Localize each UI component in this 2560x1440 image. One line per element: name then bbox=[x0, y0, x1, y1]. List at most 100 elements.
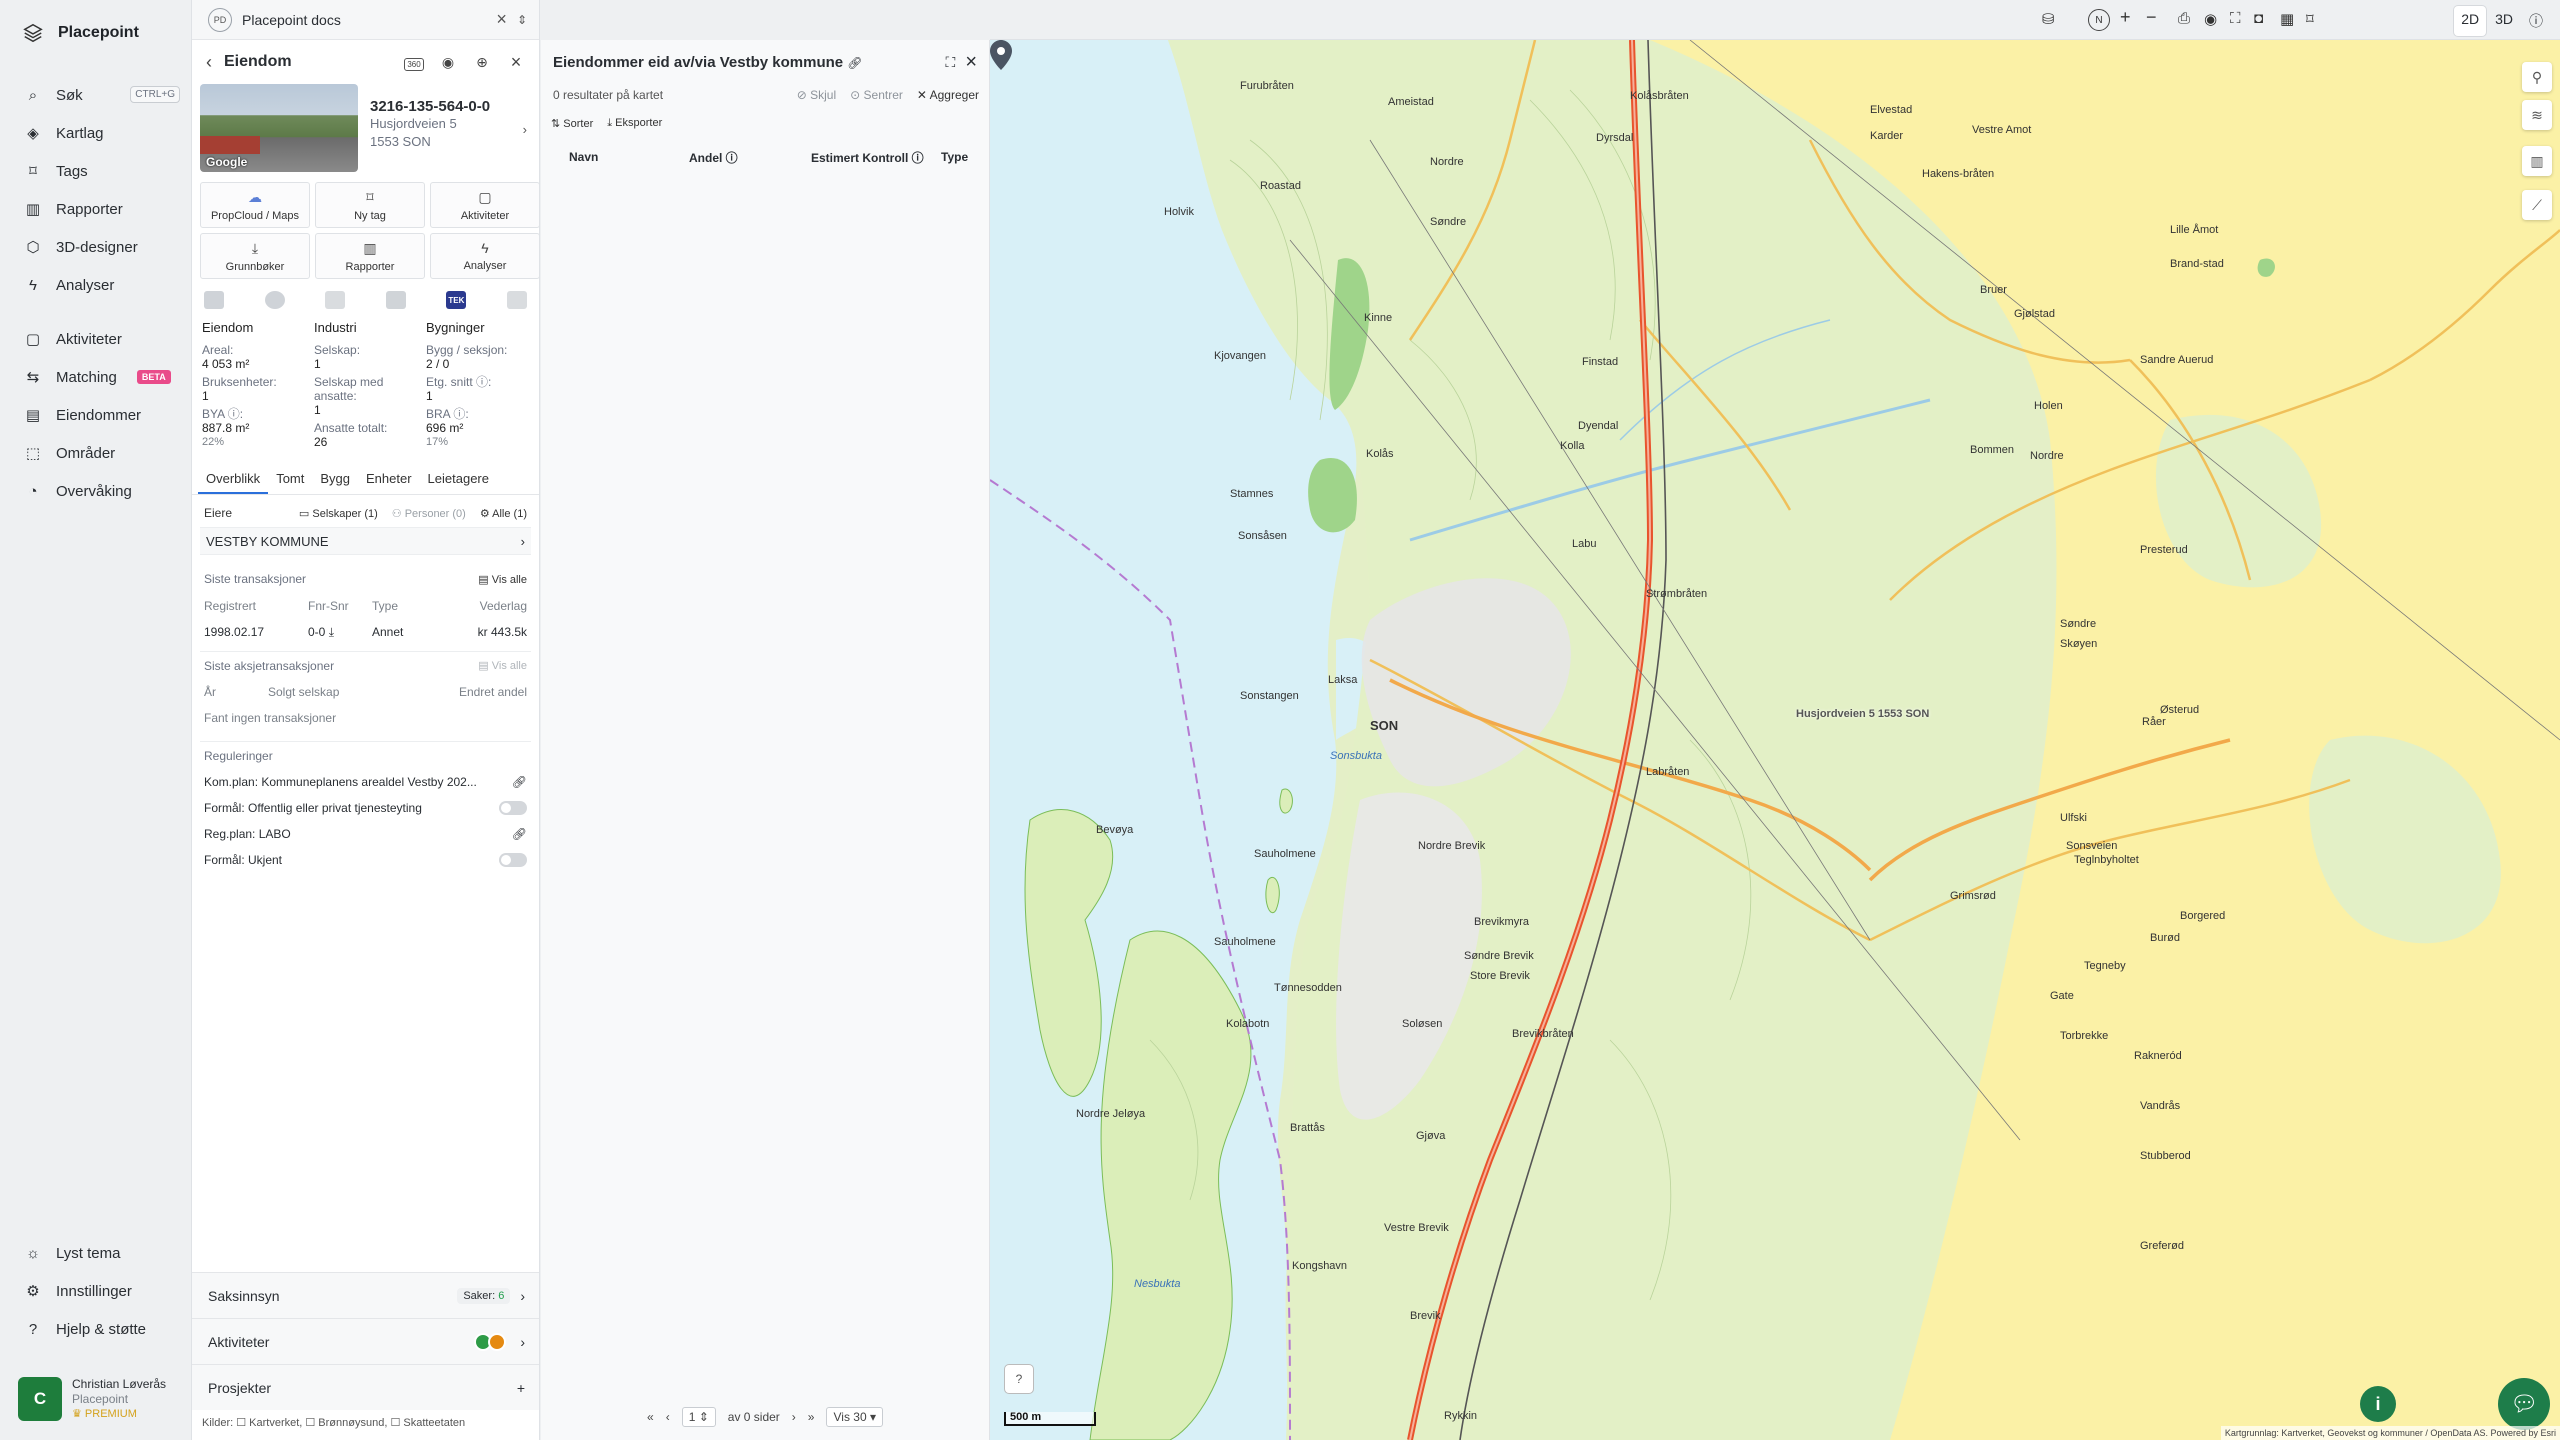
regulation-row[interactable]: Formål: Offentlig eller privat tjenestey… bbox=[200, 795, 531, 821]
nav-item-hjelp-støtte[interactable]: ? Hjelp & støtte bbox=[24, 1310, 174, 1348]
chat-support-icon[interactable]: 💬︎ bbox=[2498, 1378, 2550, 1430]
nav-item-aktiviteter[interactable]: ▢ Aktiviteter bbox=[24, 320, 174, 358]
nav-item-eiendommer[interactable]: ▤ Eiendommer bbox=[24, 396, 174, 434]
back-arrow-icon[interactable]: ‹ bbox=[206, 52, 212, 73]
next-page-icon[interactable]: › bbox=[792, 1410, 796, 1424]
regulation-row[interactable]: Kom.plan: Kommuneplanens arealdel Vestby… bbox=[200, 769, 531, 795]
nav-item-matching[interactable]: ⇆ Matching BETA bbox=[24, 358, 174, 396]
page-size-select[interactable]: Vis 30 ▾ bbox=[826, 1407, 883, 1427]
transactions-see-all[interactable]: ▤ Vis alle bbox=[478, 573, 527, 586]
street-view-360-button[interactable]: 360 bbox=[403, 54, 425, 71]
location-pin-icon[interactable] bbox=[990, 40, 1012, 70]
eye-icon[interactable]: ◉ bbox=[437, 54, 459, 71]
tab-enheter[interactable]: Enheter bbox=[358, 465, 420, 494]
download-icon[interactable]: ⤓ bbox=[329, 625, 334, 639]
tab-tomt[interactable]: Tomt bbox=[268, 465, 312, 494]
user-profile[interactable]: C Christian Løverås Placepoint ♛ PREMIUM bbox=[18, 1374, 183, 1424]
regulation-toggle[interactable] bbox=[499, 801, 527, 815]
col-type[interactable]: Type bbox=[941, 150, 968, 164]
activities-section[interactable]: Aktiviteter › bbox=[192, 1318, 539, 1364]
tile-rapporter[interactable]: ▥ Rapporter bbox=[315, 233, 425, 279]
regulation-toggle[interactable] bbox=[499, 853, 527, 867]
layers-stack-icon[interactable]: ⛁ bbox=[2042, 10, 2055, 28]
layer-icon-6[interactable] bbox=[506, 291, 527, 309]
owner-row[interactable]: VESTBY KOMMUNE › bbox=[200, 527, 531, 555]
tile-analyser[interactable]: ϟ Analyser bbox=[430, 233, 540, 279]
fullscreen-icon[interactable]: ⛶ bbox=[946, 54, 956, 71]
nav-item-innstillinger[interactable]: ⚙ Innstillinger bbox=[24, 1272, 174, 1310]
aggregate-button[interactable]: ✕ Aggreger bbox=[917, 88, 979, 102]
bookmark-icon[interactable]: ⌑ bbox=[2306, 10, 2314, 28]
close-icon[interactable]: × bbox=[965, 51, 977, 74]
tile-ny-tag[interactable]: ⌑ Ny tag bbox=[315, 182, 425, 228]
tek-layer-icon[interactable]: TEK bbox=[446, 291, 467, 309]
nav-item-tags[interactable]: ⌑ Tags bbox=[24, 152, 174, 190]
nav-item-områder[interactable]: ⬚ Områder bbox=[24, 434, 174, 472]
grid-icon[interactable]: ▦ bbox=[2280, 10, 2294, 28]
map-tool-zoom-area-icon[interactable]: ⚲ bbox=[2522, 62, 2552, 92]
camera-icon[interactable]: ◘ bbox=[2254, 10, 2263, 27]
nav-item-kartlag[interactable]: ◈ Kartlag bbox=[24, 114, 174, 152]
first-page-icon[interactable]: « bbox=[647, 1410, 654, 1424]
last-page-icon[interactable]: » bbox=[808, 1410, 815, 1424]
saksinnsyn-section[interactable]: Saksinnsyn Saker: 6 › bbox=[192, 1272, 539, 1318]
col-andel[interactable]: Andel ⓘ bbox=[689, 149, 811, 166]
col-estimert-kontroll[interactable]: Estimert Kontroll ⓘ bbox=[811, 149, 941, 166]
filter-persons[interactable]: ⚇ Personer (0) bbox=[392, 507, 466, 520]
close-icon[interactable]: × bbox=[496, 9, 507, 30]
zoom-in-icon[interactable]: + bbox=[2120, 7, 2131, 28]
nav-item-rapporter[interactable]: ▥ Rapporter bbox=[24, 190, 174, 228]
projects-section[interactable]: Prosjekter + bbox=[192, 1364, 539, 1410]
tab-overblikk[interactable]: Overblikk bbox=[198, 465, 269, 494]
prev-page-icon[interactable]: ‹ bbox=[666, 1410, 670, 1424]
export-button[interactable]: ⤓ Eksporter bbox=[607, 117, 662, 130]
nav-item-lyst-tema[interactable]: ☼ Lyst tema bbox=[24, 1234, 174, 1272]
tab-leietagere[interactable]: Leietagere bbox=[420, 465, 497, 494]
map-tool-chart-icon[interactable]: ▥ bbox=[2522, 146, 2552, 176]
map-canvas[interactable]: Furubråten Ameistad Kolåsbråten Elvestad Ves… bbox=[990, 40, 2560, 1440]
layer-icon-3[interactable] bbox=[325, 291, 346, 309]
close-icon[interactable]: × bbox=[505, 52, 527, 73]
property-address[interactable]: 3216-135-564-0-0 Husjordveien 5 1553 SON… bbox=[370, 84, 531, 172]
regulation-row[interactable]: Formål: Ukjent bbox=[200, 847, 531, 873]
regulation-row[interactable]: Reg.plan: LABO 🔗︎ bbox=[200, 821, 531, 847]
tab-bygg[interactable]: Bygg bbox=[312, 465, 358, 494]
info-icon[interactable]: i bbox=[2360, 1386, 2396, 1422]
add-icon[interactable]: + bbox=[517, 1380, 525, 1396]
layer-icon-1[interactable] bbox=[204, 291, 224, 309]
3d-toggle[interactable]: 3D bbox=[2488, 6, 2520, 36]
brand[interactable]: Placepoint bbox=[22, 22, 139, 44]
map-help-icon[interactable]: ? bbox=[1004, 1364, 1034, 1394]
fullscreen-icon[interactable]: ⛶ bbox=[2230, 10, 2241, 27]
tile-aktiviteter[interactable]: ▢ Aktiviteter bbox=[430, 182, 540, 228]
compass-icon[interactable]: N bbox=[2088, 9, 2110, 31]
add-icon[interactable]: ⊕ bbox=[471, 54, 493, 71]
info-icon[interactable]: ⓘ bbox=[2522, 6, 2550, 36]
street-view-photo[interactable]: Google bbox=[200, 84, 358, 172]
expand-collapse-icon[interactable]: ⇕ bbox=[517, 13, 527, 27]
2d-toggle[interactable]: 2D bbox=[2454, 6, 2487, 36]
nav-item-3d-designer[interactable]: ⬡ 3D-designer bbox=[24, 228, 174, 266]
link-icon[interactable]: 🔗︎ bbox=[512, 775, 527, 789]
nav-item-analyser[interactable]: ϟ Analyser bbox=[24, 266, 174, 304]
hide-button[interactable]: ⊘ Skjul bbox=[797, 88, 836, 102]
doc-bar[interactable]: PD Placepoint docs × ⇕ bbox=[192, 0, 539, 40]
map-tool-layers-icon[interactable]: ≋ bbox=[2522, 100, 2552, 130]
link-icon[interactable]: 🔗︎ bbox=[847, 56, 862, 70]
layer-icon-4[interactable] bbox=[385, 291, 406, 309]
link-icon[interactable]: 🔗︎ bbox=[512, 827, 527, 841]
print-icon[interactable]: ⎙ bbox=[2178, 10, 2190, 27]
map-tool-measure-icon[interactable]: ⟋ bbox=[2522, 190, 2552, 220]
nav-item-søk[interactable]: ⌕ Søk CTRL+G bbox=[24, 76, 180, 114]
zoom-out-icon[interactable]: − bbox=[2146, 7, 2157, 28]
center-button[interactable]: ⊙ Sentrer bbox=[850, 88, 903, 102]
page-input[interactable]: 1 ⇕ bbox=[681, 1407, 716, 1427]
nav-item-overvåking[interactable]: ◔ Overvåking bbox=[24, 472, 174, 510]
col-navn[interactable]: Navn bbox=[569, 150, 689, 164]
sort-button[interactable]: ⇅ Sorter bbox=[551, 117, 593, 130]
layer-icon-2[interactable] bbox=[264, 291, 285, 309]
eye-icon[interactable]: ◉ bbox=[2204, 10, 2217, 28]
tile-propcloud-maps[interactable]: ☁ PropCloud / Maps bbox=[200, 182, 310, 228]
filter-all[interactable]: ⚙ Alle (1) bbox=[480, 507, 527, 520]
tile-grunnbøker[interactable]: ⤓ Grunnbøker bbox=[200, 233, 310, 279]
